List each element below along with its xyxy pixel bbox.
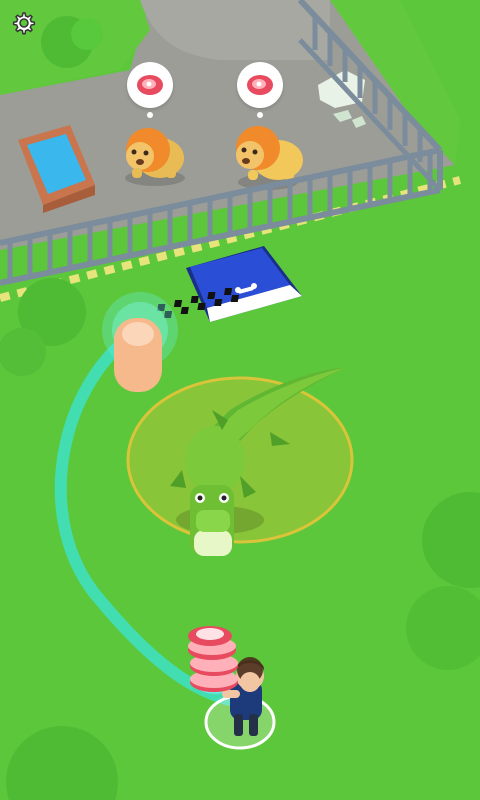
settings-button[interactable] [10,9,38,37]
bush [0,328,46,376]
game-scene[interactable] [0,0,480,800]
bubble-dot [147,112,153,118]
gear-icon [12,12,36,35]
meat-stack-icon [188,626,238,692]
bush [71,18,103,50]
finger-pointer-icon [114,318,162,392]
lion-request-bubble [237,62,283,118]
game-world[interactable] [0,0,480,800]
bubble-dot [257,112,263,118]
lion-request-bubble [127,62,173,118]
meat-icon [137,75,163,95]
meat-icon [247,75,273,95]
